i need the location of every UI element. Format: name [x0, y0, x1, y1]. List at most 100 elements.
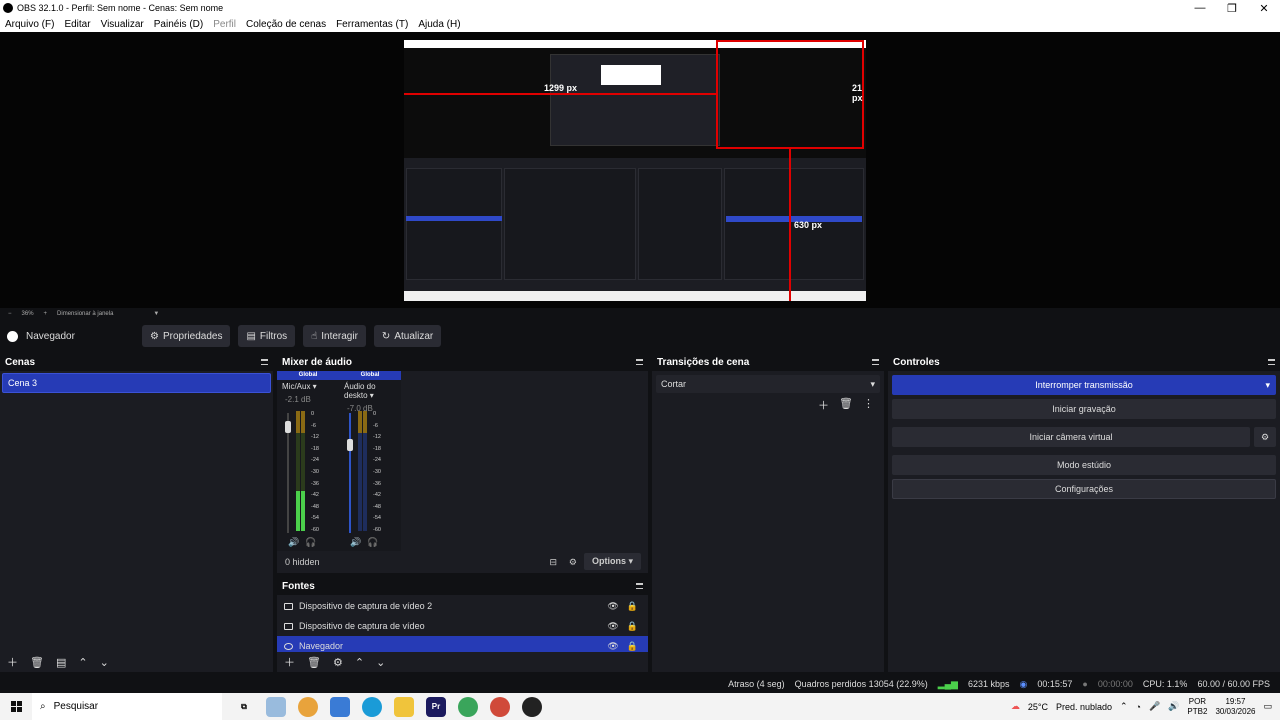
- transitions-dock: Transições de cena Cortar ▾ ＋ 🗑 ⋮: [652, 353, 884, 672]
- move-down-icon[interactable]: ⌄: [100, 656, 109, 669]
- scene-item[interactable]: Cena 3: [2, 373, 271, 393]
- current-source-name: Navegador: [26, 330, 75, 342]
- obs-icon[interactable]: [522, 696, 542, 717]
- menu-ferramentas[interactable]: Ferramentas (T): [331, 19, 413, 30]
- headphones-icon[interactable]: 🎧: [305, 537, 316, 548]
- lock-icon[interactable]: 🔒: [627, 601, 638, 612]
- zoom-fit-select[interactable]: Dimensionar à janela: [57, 311, 113, 317]
- program-preview[interactable]: 1299 px 21 px 630 px: [404, 40, 866, 301]
- zoom-out-button[interactable]: −: [8, 311, 12, 317]
- headphones-icon[interactable]: 🎧: [367, 537, 378, 548]
- app-icon[interactable]: [330, 696, 350, 717]
- transition-select[interactable]: Cortar ▾: [656, 375, 880, 393]
- chrome-icon[interactable]: [298, 696, 318, 717]
- volume-fader-handle[interactable]: [285, 421, 291, 433]
- menu-colecao-cenas[interactable]: Coleção de cenas: [241, 19, 331, 30]
- stream-time: 00:15:57: [1037, 679, 1073, 689]
- more-icon[interactable]: ⋮: [863, 397, 874, 413]
- channel-name[interactable]: Áudio do deskto ▾: [339, 380, 401, 400]
- advanced-audio-icon[interactable]: ⚙: [569, 557, 577, 568]
- virtual-cam-settings-button[interactable]: ⚙: [1254, 427, 1276, 447]
- speaker-icon[interactable]: 🔊: [350, 537, 361, 548]
- menu-visualizar[interactable]: Visualizar: [96, 19, 149, 30]
- eye-icon[interactable]: 👁: [607, 621, 618, 632]
- start-button[interactable]: [0, 701, 32, 712]
- lock-icon[interactable]: 🔒: [627, 621, 638, 632]
- speaker-icon[interactable]: 🔊: [288, 537, 299, 548]
- menu-bar: Arquivo (F) Editar Visualizar Painéis (D…: [0, 16, 1280, 32]
- notification-icon[interactable]: ▭: [1263, 701, 1272, 712]
- menu-paineis[interactable]: Painéis (D): [149, 19, 208, 30]
- taskbar-search[interactable]: ⌕ Pesquisar: [32, 693, 222, 720]
- close-button[interactable]: ✕: [1248, 2, 1280, 15]
- browser-source-icon: [7, 330, 18, 342]
- dock-float-icon[interactable]: [636, 583, 643, 589]
- wifi-icon[interactable]: ◔: [1136, 702, 1141, 712]
- chrome-icon[interactable]: [458, 696, 478, 717]
- move-down-icon[interactable]: ⌄: [376, 656, 385, 669]
- trash-icon[interactable]: 🗑: [307, 656, 321, 669]
- source-label: Dispositivo de captura de vídeo 2: [299, 601, 433, 611]
- zoom-dropdown-icon[interactable]: ▼: [153, 311, 159, 317]
- options-button[interactable]: Options ▾: [583, 553, 641, 570]
- preview-area[interactable]: 1299 px 21 px 630 px: [0, 32, 1280, 308]
- camera-icon: [284, 622, 293, 630]
- lock-icon[interactable]: 🔒: [627, 641, 638, 652]
- properties-button[interactable]: ⚙ Propriedades: [142, 325, 231, 347]
- premiere-icon[interactable]: Pr: [426, 696, 446, 717]
- source-item[interactable]: Dispositivo de captura de vídeo 2 👁 🔒: [277, 596, 648, 616]
- source-item[interactable]: Dispositivo de captura de vídeo 👁 🔒: [277, 616, 648, 636]
- gear-icon[interactable]: ⚙: [333, 656, 343, 669]
- stop-stream-button[interactable]: Interromper transmissão ▾: [892, 375, 1276, 395]
- studio-mode-button[interactable]: Modo estúdio: [892, 455, 1276, 475]
- mic-icon[interactable]: 🎤: [1149, 701, 1160, 712]
- file-explorer-icon[interactable]: [394, 696, 414, 717]
- refresh-button[interactable]: ↻ Atualizar: [373, 325, 442, 347]
- virtual-cam-row: Iniciar câmera virtual ⚙: [888, 423, 1280, 451]
- move-up-icon[interactable]: ⌃: [355, 656, 364, 669]
- start-virtual-cam-button[interactable]: Iniciar câmera virtual: [892, 427, 1250, 447]
- menu-ajuda[interactable]: Ajuda (H): [413, 19, 465, 30]
- add-icon[interactable]: ＋: [7, 654, 18, 670]
- minimize-button[interactable]: —: [1184, 2, 1216, 14]
- volume-fader[interactable]: [349, 413, 351, 533]
- tray-chevron-icon[interactable]: ⌃: [1120, 701, 1128, 712]
- add-icon[interactable]: ＋: [284, 654, 295, 670]
- dock-float-icon[interactable]: [261, 359, 268, 365]
- trash-icon[interactable]: 🗑: [839, 397, 853, 413]
- move-up-icon[interactable]: ⌃: [78, 656, 87, 669]
- settings-button[interactable]: Configurações: [892, 479, 1276, 499]
- settings-label: Configurações: [1054, 484, 1114, 494]
- menu-arquivo[interactable]: Arquivo (F): [0, 19, 59, 30]
- interact-button[interactable]: ☝ Interagir: [303, 325, 366, 347]
- dock-float-icon[interactable]: [872, 359, 879, 365]
- volume-fader-handle[interactable]: [347, 439, 353, 451]
- clock[interactable]: 19:57 30/03/2026: [1215, 697, 1255, 717]
- maximize-button[interactable]: ❐: [1216, 2, 1248, 15]
- scene-filters-icon[interactable]: ▤: [56, 656, 66, 669]
- menu-perfil[interactable]: Perfil: [208, 19, 241, 30]
- layout-icon[interactable]: ⊟: [549, 557, 557, 568]
- language-indicator[interactable]: POR PTB2: [1187, 697, 1207, 717]
- chrome-icon[interactable]: [490, 696, 510, 717]
- filters-button[interactable]: ▤ Filtros: [238, 325, 296, 347]
- trash-icon[interactable]: 🗑: [30, 656, 44, 669]
- channel-name[interactable]: Mic/Aux ▾: [277, 380, 339, 391]
- channel-controls: 🔊 🎧: [288, 537, 316, 548]
- stop-stream-label: Interromper transmissão: [1035, 380, 1133, 390]
- start-recording-button[interactable]: Iniciar gravação: [892, 399, 1276, 419]
- weather-icon[interactable]: ☁: [1011, 701, 1020, 712]
- task-view-icon[interactable]: ⧉: [234, 697, 254, 717]
- dock-float-icon[interactable]: [1268, 359, 1275, 365]
- app-icon[interactable]: [266, 696, 286, 717]
- zoom-in-button[interactable]: +: [44, 311, 48, 317]
- dock-float-icon[interactable]: [636, 359, 643, 365]
- menu-editar[interactable]: Editar: [59, 19, 95, 30]
- eye-icon[interactable]: 👁: [607, 601, 618, 612]
- add-icon[interactable]: ＋: [818, 397, 829, 413]
- speaker-icon[interactable]: 🔊: [1168, 701, 1179, 712]
- interact-label: Interagir: [321, 330, 358, 342]
- edge-icon[interactable]: [362, 696, 382, 717]
- eye-icon[interactable]: 👁: [607, 641, 618, 652]
- chevron-down-icon[interactable]: ▾: [1265, 380, 1270, 391]
